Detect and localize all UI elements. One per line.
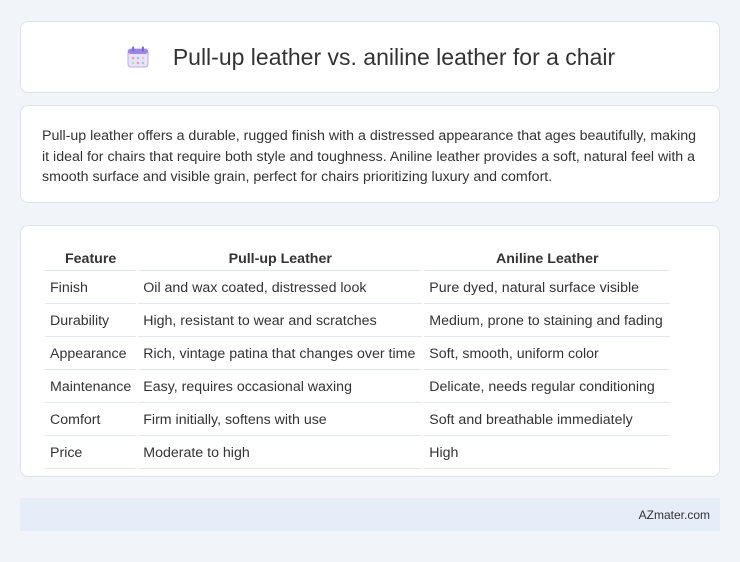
description-text: Pull-up leather offers a durable, rugged… [42, 128, 697, 185]
header-aniline-leather: Aniline Leather [424, 248, 671, 271]
description-card: Pull-up leather offers a durable, rugged… [20, 105, 720, 203]
row-pull-up-cell: Moderate to high [138, 438, 423, 469]
table-row: Durability High, resistant to wear and s… [45, 306, 671, 337]
table-row: Price Moderate to high High [45, 438, 671, 469]
footer-bar: AZmater.com [20, 498, 720, 531]
row-feature-cell: Durability [45, 306, 137, 337]
row-pull-up-cell: High, resistant to wear and scratches [138, 306, 423, 337]
row-feature-cell: Finish [45, 273, 137, 304]
row-aniline-cell: Soft, smooth, uniform color [424, 339, 671, 370]
row-pull-up-cell: Firm initially, softens with use [138, 405, 423, 436]
row-aniline-cell: Medium, prone to staining and fading [424, 306, 671, 337]
header-pull-up-leather: Pull-up Leather [138, 248, 423, 271]
comparison-card: Feature Pull-up Leather Aniline Leather … [20, 225, 720, 477]
row-feature-cell: Comfort [45, 405, 137, 436]
row-feature-cell: Maintenance [45, 372, 137, 403]
comparison-table: Feature Pull-up Leather Aniline Leather … [43, 246, 672, 471]
table-row: Maintenance Easy, requires occasional wa… [45, 372, 671, 403]
row-pull-up-cell: Rich, vintage patina that changes over t… [138, 339, 423, 370]
row-pull-up-cell: Easy, requires occasional waxing [138, 372, 423, 403]
table-row: Appearance Rich, vintage patina that cha… [45, 339, 671, 370]
table-header-row: Feature Pull-up Leather Aniline Leather [45, 248, 671, 271]
row-aniline-cell: Pure dyed, natural surface visible [424, 273, 671, 304]
footer-credit[interactable]: AZmater.com [639, 508, 710, 522]
row-feature-cell: Appearance [45, 339, 137, 370]
calendar-icon [125, 44, 151, 70]
table-row: Finish Oil and wax coated, distressed lo… [45, 273, 671, 304]
row-feature-cell: Price [45, 438, 137, 469]
row-aniline-cell: Delicate, needs regular conditioning [424, 372, 671, 403]
title-card: Pull-up leather vs. aniline leather for … [20, 21, 720, 93]
row-pull-up-cell: Oil and wax coated, distressed look [138, 273, 423, 304]
header-feature: Feature [45, 248, 137, 271]
row-aniline-cell: High [424, 438, 671, 469]
row-aniline-cell: Soft and breathable immediately [424, 405, 671, 436]
page-title: Pull-up leather vs. aniline leather for … [172, 43, 616, 70]
table-row: Comfort Firm initially, softens with use… [45, 405, 671, 436]
